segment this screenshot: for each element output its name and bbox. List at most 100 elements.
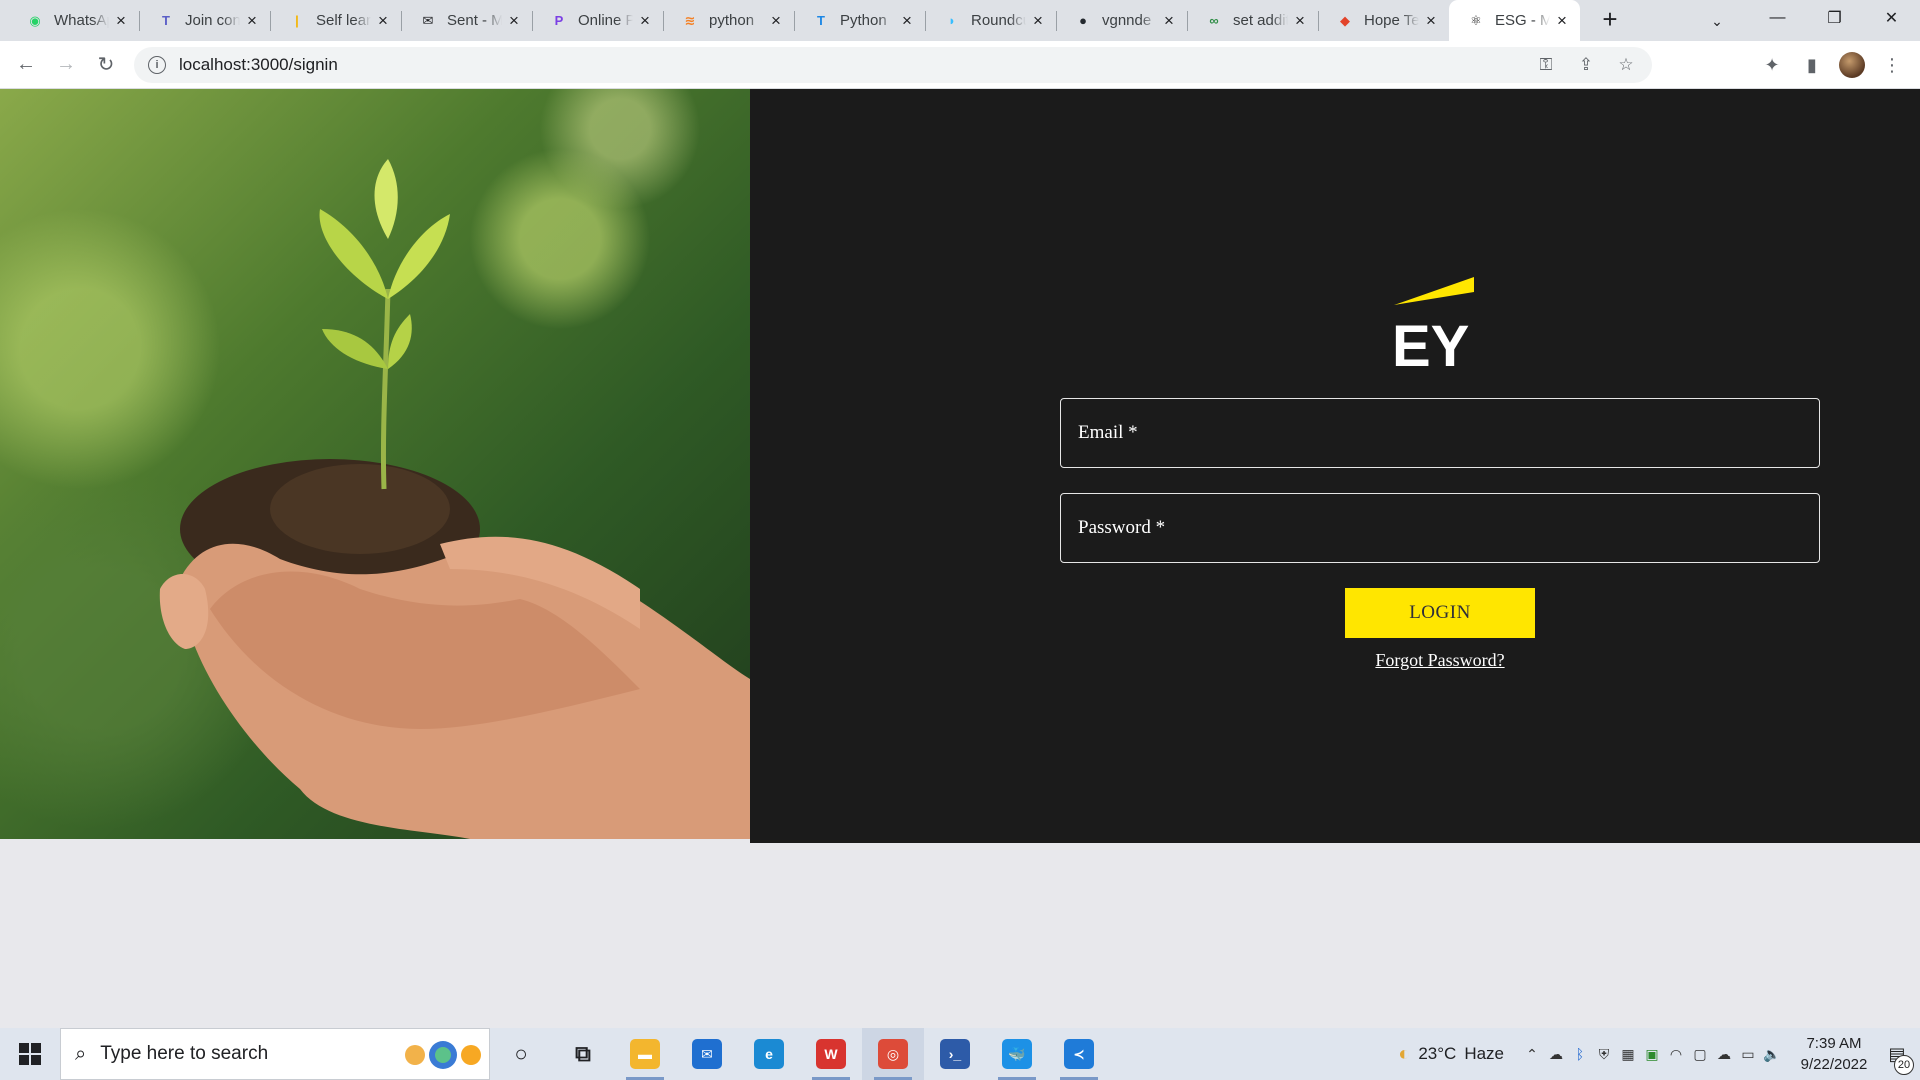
tab-title: Online Python <box>578 12 633 29</box>
search-icon: ⌕ <box>75 1042 87 1065</box>
browser-toolbar: ← → ↻ i localhost:3000/signin ⚿ ⇪ ☆ ✦ ▮ … <box>0 41 1920 89</box>
close-icon[interactable]: × <box>899 11 915 30</box>
browser-tab[interactable]: ✉ Sent - Mail× <box>401 0 532 41</box>
browser-tab[interactable]: ◆ Hope Tech× <box>1318 0 1449 41</box>
close-icon[interactable]: × <box>1554 11 1570 30</box>
tab-title: WhatsApp <box>54 12 109 29</box>
clock[interactable]: 7:39 AM 9/22/2022 <box>1794 1033 1874 1075</box>
taskbar-app-button[interactable]: e <box>738 1028 800 1080</box>
url-text[interactable]: localhost:3000/signin <box>179 55 338 75</box>
taskbar-app-button[interactable]: ✉ <box>676 1028 738 1080</box>
taskbar-app-button[interactable]: ≺ <box>1048 1028 1110 1080</box>
volume-icon[interactable]: 🔈 <box>1760 1046 1784 1063</box>
tab-title: Self learning <box>316 12 371 29</box>
t-logo-icon: T <box>817 13 825 28</box>
reload-button[interactable]: ↻ <box>86 45 126 85</box>
forward-button[interactable]: → <box>46 45 86 85</box>
onedrive-icon[interactable]: ☁ <box>1544 1046 1568 1063</box>
cloud-icon[interactable]: ☁ <box>1712 1046 1736 1063</box>
close-window-button[interactable]: ✕ <box>1863 0 1920 36</box>
forgot-password-link[interactable]: Forgot Password? <box>750 650 1920 671</box>
new-tab-button[interactable]: + <box>1592 2 1628 38</box>
battery-icon[interactable]: ▭ <box>1736 1046 1760 1063</box>
notification-center-button[interactable]: ▤ 20 <box>1874 1044 1920 1075</box>
browser-tab[interactable]: T Join conversation× <box>139 0 270 41</box>
search-highlight-icon[interactable] <box>401 1039 485 1071</box>
restore-button[interactable]: ❐ <box>1806 0 1863 36</box>
geeksforgeeks-icon: ∞ <box>1209 13 1219 28</box>
address-bar[interactable]: i localhost:3000/signin ⚿ ⇪ ☆ <box>134 47 1652 83</box>
tab-search-button[interactable]: ⌄ <box>1700 4 1734 38</box>
windows-taskbar: ⌕ Type here to search ○ ⧉ ▬ ✉ e W ◎ ›_ 🐳 ≺ ◐ 23°C… <box>0 1028 1920 1080</box>
taskbar-app-button[interactable]: ›_ <box>924 1028 986 1080</box>
browser-tab[interactable]: ∞ set additional× <box>1187 0 1318 41</box>
extensions-icon[interactable]: ✦ <box>1752 55 1792 76</box>
browser-tab[interactable]: ⚛ ESG - Master× <box>1449 0 1580 41</box>
menu-kebab-icon[interactable]: ⋮ <box>1872 55 1912 76</box>
site-info-icon[interactable]: i <box>148 56 166 74</box>
share-icon[interactable]: ⇪ <box>1566 55 1606 75</box>
browser-tab[interactable]: ≋ python × <box>663 0 794 41</box>
hands-holding-seedling-image <box>159 159 750 839</box>
arrow-left-icon: ← <box>16 53 36 75</box>
close-icon[interactable]: × <box>1292 11 1308 30</box>
star-icon[interactable]: ☆ <box>1606 55 1646 75</box>
close-icon[interactable]: × <box>1030 11 1046 30</box>
browser-tab[interactable]: T Python × <box>794 0 925 41</box>
taskbar-app-button[interactable]: ▬ <box>614 1028 676 1080</box>
mail-app-icon: ✉ <box>692 1039 722 1069</box>
search-highlight-illustration <box>405 1041 481 1069</box>
task-view-icon: ⧉ <box>575 1041 591 1066</box>
close-icon[interactable]: × <box>1161 11 1177 30</box>
start-button[interactable] <box>0 1028 60 1080</box>
tab-title: Hope Tech <box>1364 12 1419 29</box>
weather-widget[interactable]: ◐ 23°C Haze <box>1398 1043 1504 1066</box>
windows-logo-icon <box>19 1043 41 1065</box>
close-icon[interactable]: × <box>768 11 784 30</box>
browser-tab[interactable]: P Online Python× <box>532 0 663 41</box>
security-shield-icon[interactable]: ⛨ <box>1592 1046 1616 1063</box>
teams-icon: T <box>162 13 170 28</box>
taskbar-app-button[interactable]: ◎ <box>862 1028 924 1080</box>
search-placeholder: Type here to search <box>100 1043 269 1064</box>
tab-title: Sent - Mail <box>447 12 502 29</box>
login-button[interactable]: LOGIN <box>1345 588 1535 638</box>
key-icon[interactable]: ⚿ <box>1526 55 1566 75</box>
close-icon[interactable]: × <box>637 11 653 30</box>
taskbar-search-input[interactable]: ⌕ Type here to search <box>60 1028 490 1080</box>
browser-tab[interactable]: ◗ Roundcube× <box>925 0 1056 41</box>
browser-tab[interactable]: | Self learning× <box>270 0 401 41</box>
wifi-icon[interactable]: ◠ <box>1664 1046 1688 1063</box>
profile-button[interactable] <box>1832 52 1872 78</box>
notification-count-badge: 20 <box>1894 1054 1914 1075</box>
close-icon[interactable]: × <box>113 11 129 30</box>
back-button[interactable]: ← <box>6 45 46 85</box>
side-panel-icon[interactable]: ▮ <box>1792 55 1832 76</box>
close-icon[interactable]: × <box>244 11 260 30</box>
browser-tab[interactable]: ● vgnnde × <box>1056 0 1187 41</box>
bluetooth-icon[interactable]: ᛒ <box>1568 1046 1592 1062</box>
meet-now-icon[interactable]: ▢ <box>1688 1046 1712 1063</box>
nvidia-icon[interactable]: ▣ <box>1640 1046 1664 1063</box>
taskbar-app-button[interactable]: ○ <box>490 1028 552 1080</box>
browser-tab-strip: ◉WhatsApp×TJoin conversation×|Self learn… <box>0 0 1920 41</box>
minimize-button[interactable]: — <box>1749 0 1806 36</box>
close-icon[interactable]: × <box>1423 11 1439 30</box>
show-hidden-icons-icon[interactable]: ⌃ <box>1520 1046 1544 1063</box>
taskbar-app-button[interactable]: 🐳 <box>986 1028 1048 1080</box>
wps-office-icon: W <box>816 1039 846 1069</box>
chevron-down-icon: ⌄ <box>1711 12 1723 29</box>
browser-tab[interactable]: ◉ WhatsApp× <box>8 0 139 41</box>
email-field[interactable]: Email * <box>1060 398 1820 468</box>
password-field[interactable]: Password * <box>1060 493 1820 563</box>
whatsapp-icon: ◉ <box>29 12 41 28</box>
docker-icon: 🐳 <box>1002 1039 1032 1069</box>
taskbar-app-button[interactable]: W <box>800 1028 862 1080</box>
ey-logo: EY <box>1392 277 1474 368</box>
tab-title: set additional <box>1233 12 1288 29</box>
close-icon[interactable]: × <box>375 11 391 30</box>
app-tray-icon[interactable]: ▦ <box>1616 1046 1640 1063</box>
tab-list: ◉WhatsApp×TJoin conversation×|Self learn… <box>0 0 1628 41</box>
close-icon[interactable]: × <box>506 11 522 30</box>
taskbar-app-button[interactable]: ⧉ <box>552 1028 614 1080</box>
